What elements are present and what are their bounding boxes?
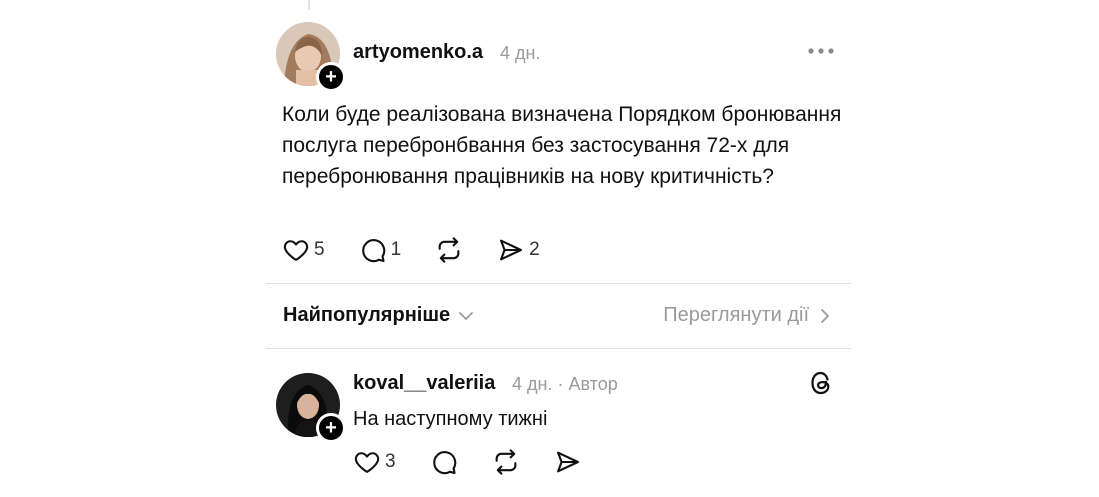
post-time: 4 дн. — [500, 43, 541, 63]
reply-button[interactable] — [430, 448, 458, 476]
heart-icon — [283, 240, 309, 261]
threads-logo-icon[interactable] — [809, 370, 833, 396]
send-icon — [500, 239, 523, 261]
divider — [266, 348, 851, 349]
post-text: Коли буде реалізована визначена Порядком… — [282, 103, 842, 188]
post-actions: 5 1 2 — [282, 236, 574, 264]
view-activity-label: Переглянути дії — [663, 304, 809, 326]
share-count: 2 — [529, 239, 540, 260]
follow-plus-icon[interactable]: + — [316, 62, 346, 92]
follow-plus-icon[interactable]: + — [316, 413, 346, 443]
comment-icon — [432, 451, 456, 475]
reply-button[interactable]: 1 — [359, 236, 402, 264]
like-count: 5 — [314, 239, 325, 260]
like-button[interactable]: 5 — [282, 236, 325, 264]
sort-label: Найпопулярніше — [283, 304, 451, 326]
meta-separator: · — [557, 374, 564, 394]
post-author-avatar[interactable]: + — [276, 22, 346, 92]
share-button[interactable]: 2 — [497, 236, 540, 264]
comment-icon — [361, 239, 385, 263]
reply-author-avatar[interactable]: + — [276, 373, 346, 443]
reply-username[interactable]: koval__valeriia — [353, 372, 495, 395]
chevron-down-icon — [459, 311, 474, 320]
sort-dropdown[interactable]: Найпопулярніше — [283, 304, 476, 327]
reply-actions: 3 — [353, 448, 616, 476]
share-button[interactable] — [554, 448, 582, 476]
reply-text: На наступному тижні — [353, 408, 548, 430]
divider — [266, 283, 851, 284]
send-icon — [556, 451, 579, 473]
thread-connector-line — [308, 0, 310, 10]
like-count: 3 — [385, 451, 396, 472]
repost-icon — [438, 237, 460, 263]
like-button[interactable]: 3 — [353, 448, 396, 476]
post-username[interactable]: artyomenko.a — [353, 41, 483, 64]
more-dots-icon[interactable] — [808, 45, 834, 57]
reply-time: 4 дн. — [512, 374, 553, 394]
reply-meta: 4 дн. · Автор — [512, 374, 618, 395]
repost-button[interactable] — [492, 448, 520, 476]
chevron-right-icon — [821, 308, 829, 323]
author-tag: Автор — [568, 374, 618, 394]
repost-icon — [495, 449, 516, 475]
view-activity-link[interactable]: Переглянути дії — [663, 304, 835, 327]
heart-icon — [354, 452, 380, 473]
reply-count: 1 — [390, 239, 402, 260]
repost-button[interactable] — [435, 236, 463, 264]
